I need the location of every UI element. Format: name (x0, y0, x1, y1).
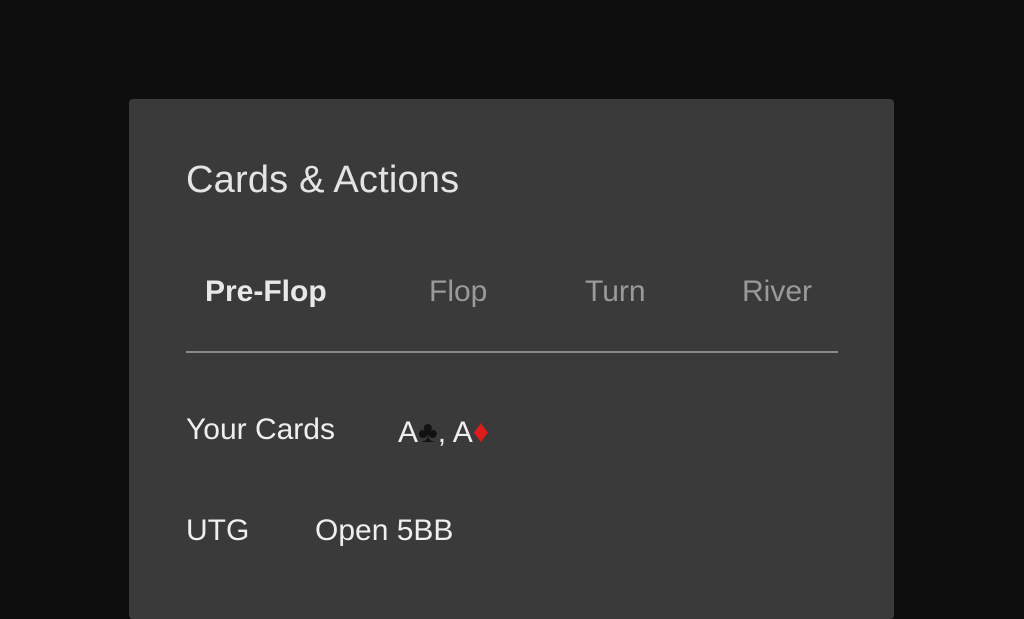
action-row: UTG Open 5BB (186, 514, 453, 548)
your-cards-row: Your Cards A♣, A♦ (186, 413, 489, 449)
diamond-suit-icon: ♦ (472, 413, 490, 449)
your-cards-label: Your Cards (186, 413, 335, 446)
action-value: Open 5BB (315, 514, 454, 547)
panel-title: Cards & Actions (186, 159, 460, 201)
position-label: UTG (186, 514, 250, 547)
your-cards-value: A♣, A♦ (398, 413, 489, 450)
street-tabs: Pre-Flop Flop Turn River (186, 269, 838, 353)
tab-pre-flop[interactable]: Pre-Flop (205, 275, 327, 309)
tab-river[interactable]: River (742, 275, 812, 309)
card-1-rank: A (398, 416, 419, 449)
card-2-rank: A (452, 416, 473, 449)
cards-actions-panel: Cards & Actions Pre-Flop Flop Turn River… (129, 99, 894, 619)
tab-turn[interactable]: Turn (585, 275, 646, 309)
card-separator: , (437, 416, 453, 449)
tab-flop[interactable]: Flop (429, 275, 487, 309)
club-suit-icon: ♣ (418, 416, 438, 449)
